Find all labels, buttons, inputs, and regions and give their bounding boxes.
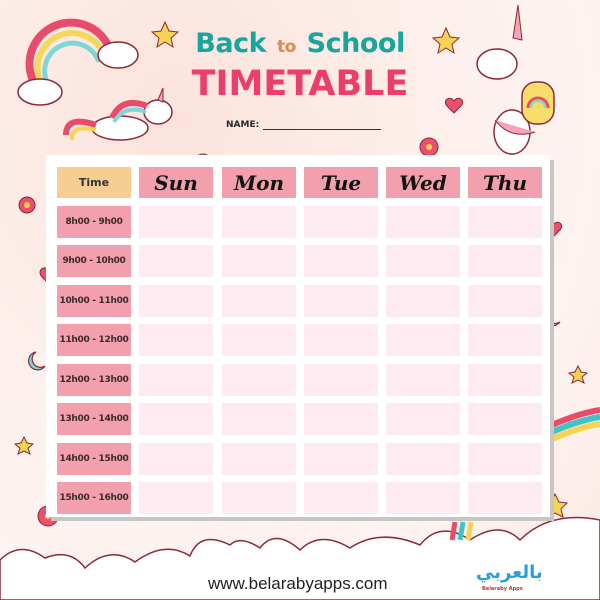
timetable-slot[interactable] (468, 245, 542, 277)
day-header-sun: Sun (139, 167, 213, 198)
timetable-slot[interactable] (468, 206, 542, 238)
timetable-slot[interactable] (304, 364, 378, 396)
title-timetable: TIMETABLE (191, 64, 409, 104)
belaraby-logo-subtext: Belaraby Apps (482, 586, 523, 592)
title-back: Back (195, 28, 267, 59)
time-slot-label: 14h00 - 15h00 (57, 443, 131, 475)
timetable-slot[interactable] (386, 482, 460, 514)
time-column-header: Time (57, 167, 131, 198)
timetable-slot[interactable] (139, 324, 213, 356)
time-slot-label: 11h00 - 12h00 (57, 324, 131, 356)
flower-icon (419, 137, 439, 157)
timetable-slot[interactable] (468, 285, 542, 317)
timetable-slot[interactable] (304, 482, 378, 514)
title-back-to-school: Back to School (0, 28, 600, 59)
timetable-slot[interactable] (386, 285, 460, 317)
rainbow-icon (550, 407, 600, 442)
timetable-slot[interactable] (386, 206, 460, 238)
timetable-slot[interactable] (139, 245, 213, 277)
time-slot-label: 12h00 - 13h00 (57, 364, 131, 396)
star-icon (13, 435, 35, 455)
day-header-tue: Tue (304, 167, 378, 198)
rainbow-icon (449, 521, 474, 541)
timetable-slot[interactable] (139, 443, 213, 475)
time-slot-label: 10h00 - 11h00 (57, 285, 131, 317)
timetable-slot[interactable] (304, 245, 378, 277)
timetable-slot[interactable] (468, 443, 542, 475)
timetable-slot[interactable] (386, 443, 460, 475)
timetable-slot[interactable] (304, 285, 378, 317)
timetable-slot[interactable] (468, 403, 542, 435)
timetable-slot[interactable] (468, 364, 542, 396)
timetable-slot[interactable] (222, 245, 296, 277)
timetable-slot[interactable] (222, 324, 296, 356)
timetable-slot[interactable] (304, 206, 378, 238)
name-field[interactable]: NAME: (226, 120, 382, 130)
day-header-mon: Mon (222, 167, 296, 198)
star-icon (567, 364, 589, 384)
timetable-slot[interactable] (386, 324, 460, 356)
timetable-slot[interactable] (222, 403, 296, 435)
timetable-slot[interactable] (222, 285, 296, 317)
timetable-slot[interactable] (139, 482, 213, 514)
day-header-thu: Thu (468, 167, 542, 198)
timetable-slot[interactable] (468, 482, 542, 514)
timetable-slot[interactable] (304, 443, 378, 475)
timetable-slot[interactable] (386, 403, 460, 435)
day-header-wed: Wed (386, 167, 460, 198)
title-school: School (306, 28, 406, 59)
name-label: NAME: (226, 120, 260, 130)
time-slot-label: 13h00 - 14h00 (57, 403, 131, 435)
title-to: to (276, 37, 296, 57)
timetable-slot[interactable] (468, 324, 542, 356)
belaraby-logo: بالعربي (476, 562, 543, 583)
timetable-slot[interactable] (139, 285, 213, 317)
website-url[interactable]: www.belarabyapps.com (208, 574, 388, 594)
timetable-slot[interactable] (139, 364, 213, 396)
timetable-slot[interactable] (222, 364, 296, 396)
moon-icon (28, 351, 46, 371)
time-slot-label: 9h00 - 10h00 (57, 245, 131, 277)
name-input-line[interactable] (263, 120, 382, 130)
timetable-slot[interactable] (386, 245, 460, 277)
time-slot-label: 15h00 - 16h00 (57, 482, 131, 514)
timetable-slot[interactable] (222, 206, 296, 238)
timetable-slot[interactable] (304, 324, 378, 356)
timetable-slot[interactable] (139, 403, 213, 435)
timetable-slot[interactable] (304, 403, 378, 435)
timetable-slot[interactable] (222, 482, 296, 514)
timetable-slot[interactable] (139, 206, 213, 238)
flower-icon (18, 196, 36, 214)
time-slot-label: 8h00 - 9h00 (57, 206, 131, 238)
timetable-slot[interactable] (222, 443, 296, 475)
timetable-slot[interactable] (386, 364, 460, 396)
